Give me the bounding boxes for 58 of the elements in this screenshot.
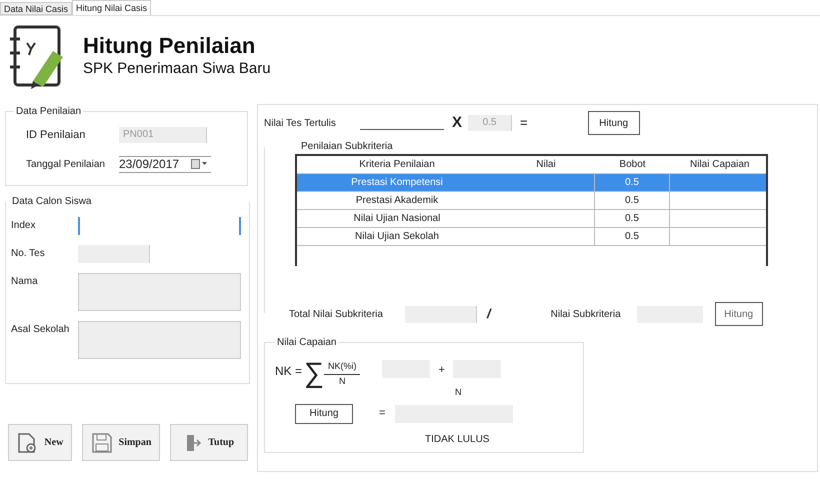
field-label: Asal Sekolah xyxy=(10,323,70,337)
field-label: Total Nilai Subkriteria xyxy=(289,308,384,322)
formula-denominator: N xyxy=(338,374,346,388)
action-button[interactable]: New xyxy=(8,424,72,461)
calculate-button[interactable]: Hitung xyxy=(295,404,353,424)
table-row[interactable]: Nilai Ujian Nasional 0.5 xyxy=(297,210,766,228)
field-label: Nama xyxy=(10,275,39,289)
group-title: Penilaian Subkriteria xyxy=(300,140,394,154)
column-header: Kriteria Penilaian xyxy=(358,158,436,172)
divide-sign: / xyxy=(487,305,491,324)
field-label: Nilai Tes Tertulis xyxy=(264,116,337,130)
input-field[interactable] xyxy=(78,217,241,235)
app-subtitle: SPK Penerimaan Siwa Baru xyxy=(83,59,271,79)
table-cell-text: 0.5 xyxy=(624,212,639,226)
plus-sign: + xyxy=(438,363,445,378)
table-cell-text: 0.5 xyxy=(624,176,639,190)
table-cell-text: 0.5 xyxy=(624,230,639,244)
tab[interactable]: Data Nilai Casis xyxy=(0,2,72,15)
door-exit-icon xyxy=(184,432,202,452)
column-header: Nilai xyxy=(535,158,557,172)
group-title: Nilai Capaian xyxy=(276,336,338,350)
sum-sign: ∑ xyxy=(304,358,324,388)
action-button[interactable]: Tutup xyxy=(170,424,248,461)
action-button[interactable]: Simpan xyxy=(82,424,160,461)
new-document-icon xyxy=(16,432,38,454)
formula-numerator: NK(%i) xyxy=(324,360,360,374)
app-title: Hitung Penilaian xyxy=(83,33,256,59)
group-title: Data Penilaian xyxy=(15,105,82,119)
field-label: Nilai Subkriteria xyxy=(550,308,622,322)
field-label: No. Tes xyxy=(10,247,46,261)
text-area[interactable] xyxy=(78,273,241,311)
input-field[interactable] xyxy=(78,245,150,263)
formula-denominator: N xyxy=(455,386,462,399)
total-field[interactable] xyxy=(405,306,477,322)
table-cell-text: Nilai Ujian Sekolah xyxy=(354,230,440,244)
column-header: Nilai Capaian xyxy=(689,158,750,172)
table-cell-text: Prestasi Kompetensi xyxy=(350,176,444,190)
formula-label: NK = xyxy=(275,363,302,380)
field-label: Tanggal Penilaian xyxy=(25,158,106,172)
text-area[interactable] xyxy=(78,321,241,359)
calendar-dropdown-icon xyxy=(191,159,207,169)
table-row[interactable]: Nilai Ujian Sekolah 0.5 xyxy=(297,228,766,246)
group-title: Data Calon Siswa xyxy=(11,195,92,209)
table-cell-text: Nilai Ujian Nasional xyxy=(352,212,442,226)
calculate-button[interactable]: Hitung xyxy=(714,302,763,326)
equals-sign: = xyxy=(520,114,528,132)
table-cell-text: 0.5 xyxy=(624,194,639,208)
field-label: Index xyxy=(10,219,36,233)
table-cell-text: Prestasi Akademik xyxy=(354,194,440,208)
tab[interactable]: Hitung Nilai Casis xyxy=(72,0,152,15)
field-label: ID Penilaian xyxy=(25,128,86,143)
calculate-button[interactable]: Hitung xyxy=(588,111,640,135)
date-picker[interactable]: 23/09/2017 xyxy=(119,156,211,172)
multiply-sign: X xyxy=(452,112,462,133)
equals-sign: = xyxy=(379,406,386,422)
table-row[interactable]: Prestasi Akademik 0.5 xyxy=(297,192,766,210)
column-header: Bobot xyxy=(618,158,647,172)
result-text: TIDAK LULUS xyxy=(425,432,490,446)
